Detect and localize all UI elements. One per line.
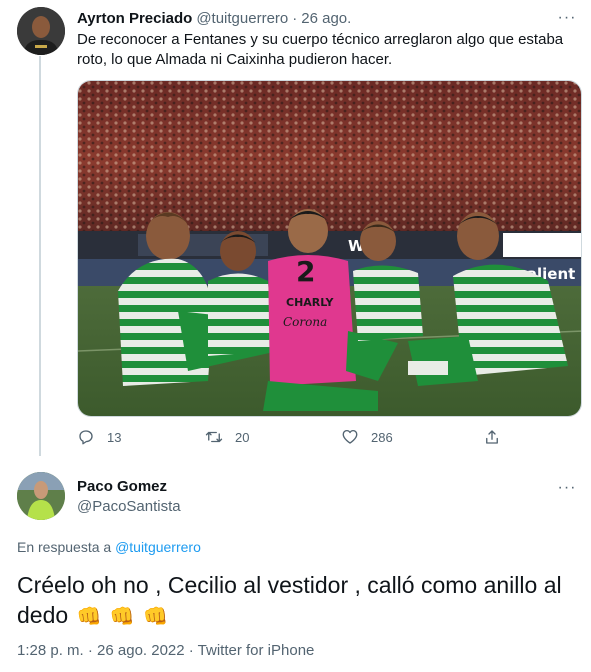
avatar-image	[17, 7, 65, 55]
author-handle[interactable]: @tuitguerrero	[196, 10, 288, 27]
share-icon	[486, 430, 498, 444]
reply-icon	[79, 430, 93, 445]
heart-icon	[342, 429, 358, 444]
reply-button[interactable]: 13	[77, 428, 121, 446]
like-count: 286	[371, 429, 393, 445]
separator-dot: ·	[292, 9, 298, 27]
avatar[interactable]	[17, 7, 65, 55]
tweet-timestamp[interactable]: 1:28 p. m. · 26 ago. 2022 · Twitter for …	[17, 642, 314, 659]
thread-connector-line	[39, 56, 41, 456]
more-options-icon[interactable]: ···	[557, 8, 577, 28]
like-button[interactable]: 286	[341, 428, 393, 446]
jersey-number: 2	[296, 255, 315, 288]
reply-count: 13	[107, 429, 122, 445]
reply-handle-link[interactable]: @tuitguerrero	[115, 539, 201, 555]
avatar[interactable]	[17, 472, 65, 520]
photo-football-players: WA calient 2 CHARLY Corona	[78, 81, 581, 416]
retweet-button[interactable]: 20	[205, 428, 249, 446]
tweet-actions: 13 20 286	[77, 428, 507, 450]
share-button[interactable]	[483, 428, 513, 446]
jersey-name: CHARLY	[286, 296, 335, 309]
tweet-time[interactable]: 26 ago.	[301, 10, 351, 27]
tweet-text: De reconocer a Fentanes y su cuerpo técn…	[77, 31, 564, 68]
avatar-image	[17, 472, 65, 520]
reply-prefix: En respuesta a	[17, 539, 112, 555]
author-name[interactable]: Ayrton Preciado	[77, 10, 192, 27]
tweet-photo[interactable]: WA calient 2 CHARLY Corona	[77, 80, 582, 417]
fist-emoji: 👊	[76, 606, 102, 628]
tweet-text: Créelo oh no , Cecilio al vestidor , cal…	[17, 570, 577, 632]
reply-context: En respuesta a @tuitguerrero	[17, 539, 201, 555]
jersey-sponsor: Corona	[283, 315, 327, 329]
more-options-icon[interactable]: ···	[557, 478, 577, 498]
fist-emoji: 👊	[109, 606, 135, 628]
author-name[interactable]: Paco Gomez	[77, 478, 167, 495]
retweet-count: 20	[235, 429, 250, 445]
fist-emoji: 👊	[143, 606, 169, 628]
author-handle[interactable]: @PacoSantista	[77, 498, 181, 515]
retweet-icon	[205, 431, 223, 443]
tweet-header: Ayrton Preciado @tuitguerrero · 26 ago. …	[77, 8, 577, 28]
